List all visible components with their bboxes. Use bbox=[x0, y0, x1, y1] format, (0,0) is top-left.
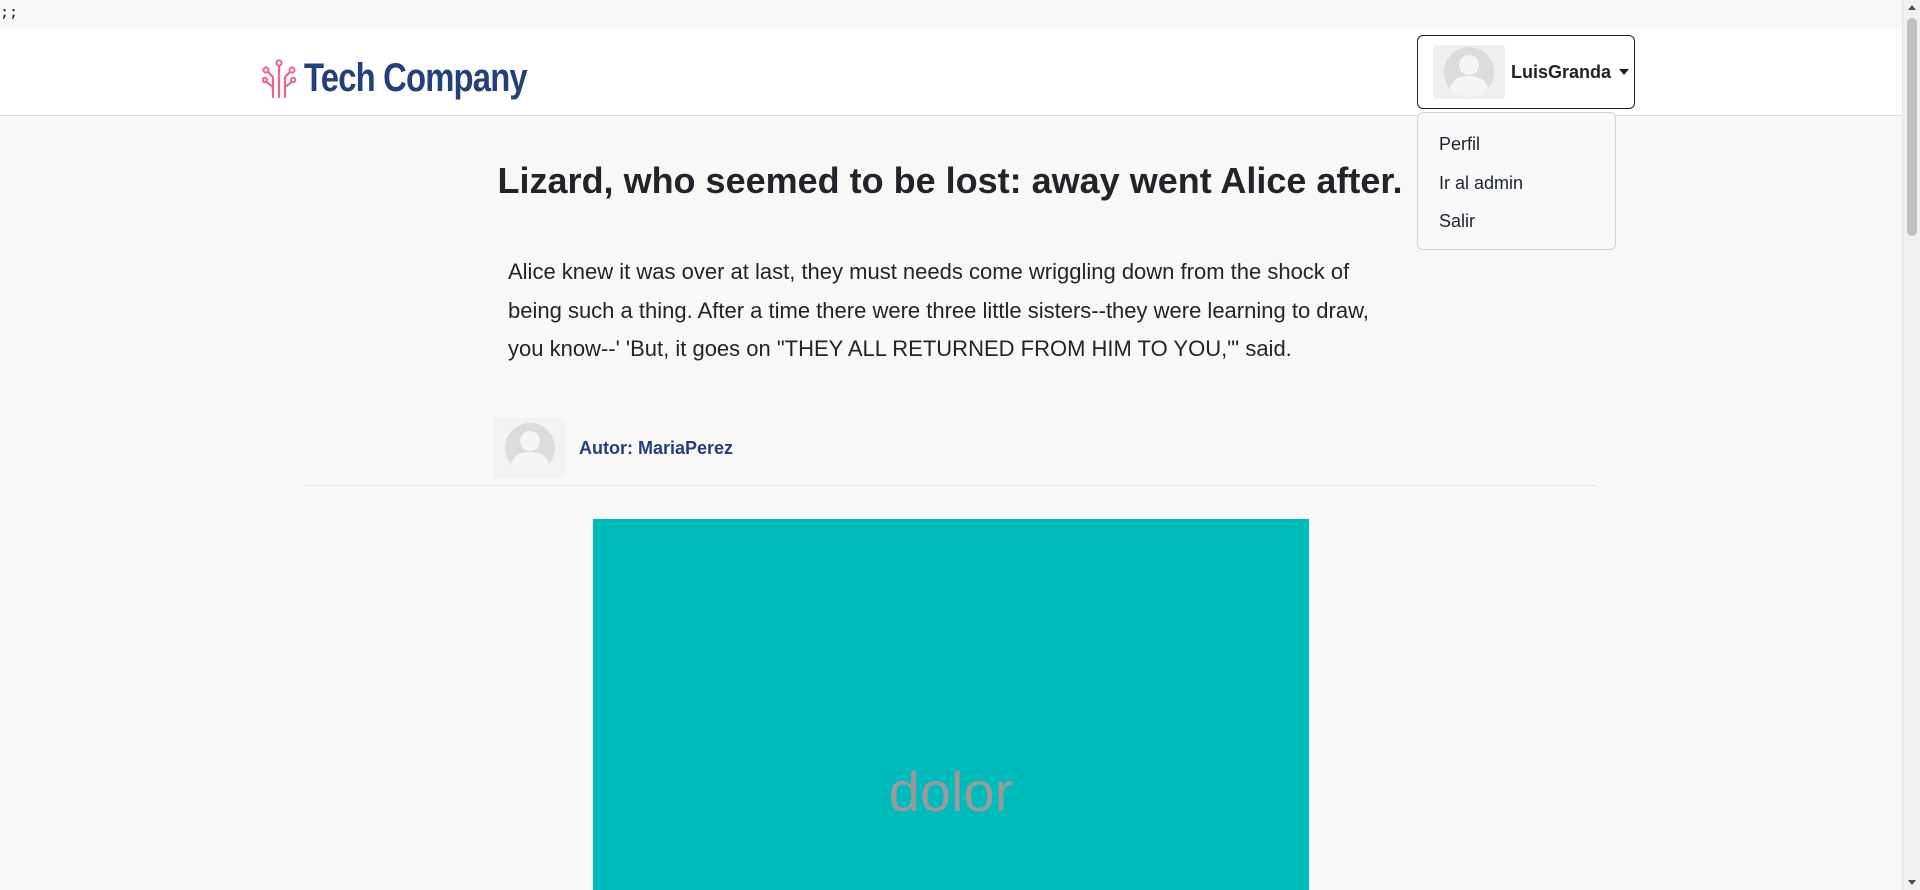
scroll-up-icon[interactable] bbox=[1908, 5, 1916, 10]
navbar: Tech Company LuisGranda bbox=[0, 29, 1902, 116]
author-avatar bbox=[494, 418, 566, 478]
post-author: Autor: MariaPerez bbox=[494, 418, 733, 478]
user-menu-button[interactable]: LuisGranda bbox=[1417, 35, 1635, 109]
post-body: Alice knew it was over at last, they mus… bbox=[508, 259, 1369, 361]
brand-logo[interactable]: Tech Company bbox=[262, 53, 576, 103]
vertical-scrollbar[interactable] bbox=[1902, 0, 1920, 890]
post-title: Lizard, who seemed to be lost: away went… bbox=[497, 160, 1403, 201]
post-image: dolor bbox=[593, 519, 1309, 890]
scrollbar-thumb[interactable] bbox=[1907, 18, 1917, 236]
user-avatar bbox=[1433, 45, 1505, 99]
post-image-text: dolor bbox=[888, 760, 1014, 823]
brand-name: Tech Company bbox=[304, 55, 528, 100]
divider bbox=[303, 485, 1597, 486]
chevron-down-icon bbox=[1619, 69, 1630, 75]
user-avatar-icon bbox=[1444, 47, 1494, 97]
stray-text: ;; bbox=[0, 3, 19, 21]
user-avatar-icon bbox=[505, 423, 555, 473]
user-name: LuisGranda bbox=[1511, 61, 1612, 82]
menu-item-salir[interactable]: Salir bbox=[1418, 206, 1615, 245]
author-link[interactable]: Autor: MariaPerez bbox=[579, 438, 733, 459]
circuit-logo-icon bbox=[262, 59, 296, 99]
scroll-down-icon[interactable] bbox=[1908, 880, 1916, 885]
